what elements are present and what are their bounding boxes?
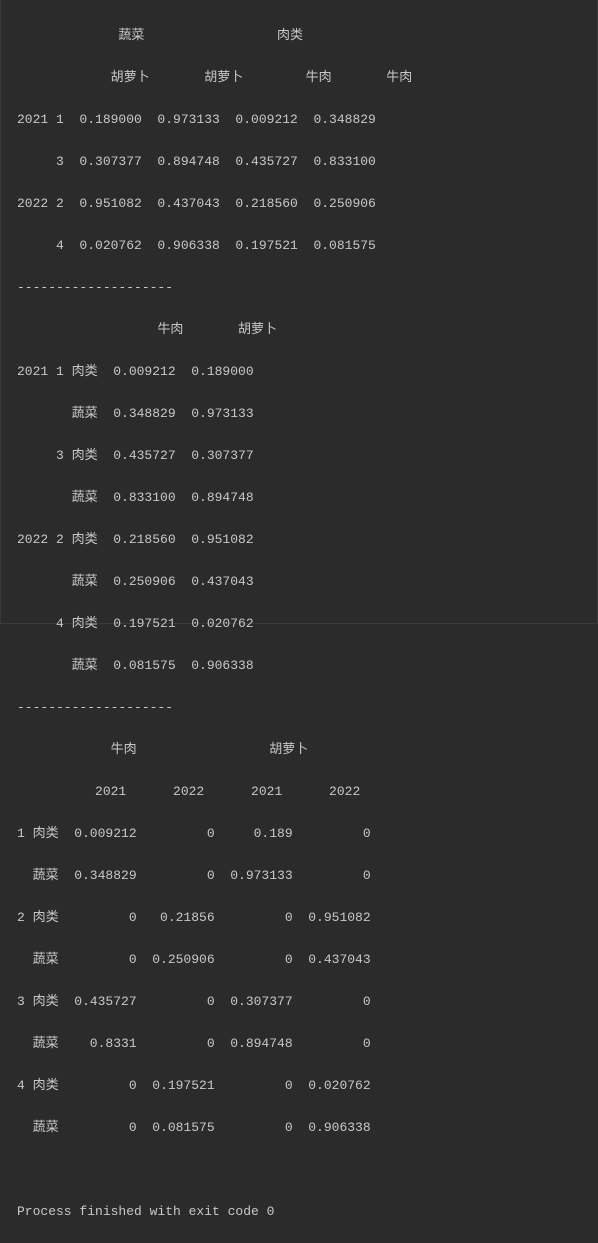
exit-message: Process finished with exit code 0 (1, 1201, 597, 1222)
table-row: 4 0.020762 0.906338 0.197521 0.081575 (1, 235, 597, 256)
block2-header-row: 牛肉 胡萝卜 (1, 319, 597, 340)
table-row: 蔬菜 0 0.081575 0 0.906338 (1, 1117, 597, 1138)
table-row: 4 肉类 0 0.197521 0 0.020762 (1, 1075, 597, 1096)
table-row: 蔬菜 0.081575 0.906338 (1, 655, 597, 676)
separator-line: -------------------- (1, 277, 597, 298)
table-row: 蔬菜 0.348829 0 0.973133 0 (1, 865, 597, 886)
console-output: 蔬菜 肉类 胡萝卜 胡萝卜 牛肉 牛肉 2021 1 0.189000 0.97… (0, 0, 598, 624)
table-row: 1 肉类 0.009212 0 0.189 0 (1, 823, 597, 844)
table-row: 蔬菜 0.250906 0.437043 (1, 571, 597, 592)
table-row: 2022 2 肉类 0.218560 0.951082 (1, 529, 597, 550)
table-row: 蔬菜 0.833100 0.894748 (1, 487, 597, 508)
table-row: 3 肉类 0.435727 0.307377 (1, 445, 597, 466)
table-row: 蔬菜 0.8331 0 0.894748 0 (1, 1033, 597, 1054)
block3-header-row-1: 牛肉 胡萝卜 (1, 739, 597, 760)
table-row: 2021 1 肉类 0.009212 0.189000 (1, 361, 597, 382)
block1-header-row-1: 蔬菜 肉类 (1, 25, 597, 46)
blank-line (1, 1159, 597, 1180)
table-row: 蔬菜 0.348829 0.973133 (1, 403, 597, 424)
table-row: 2022 2 0.951082 0.437043 0.218560 0.2509… (1, 193, 597, 214)
table-row: 蔬菜 0 0.250906 0 0.437043 (1, 949, 597, 970)
block3-header-row-2: 2021 2022 2021 2022 (1, 781, 597, 802)
separator-line: -------------------- (1, 697, 597, 718)
table-row: 2 肉类 0 0.21856 0 0.951082 (1, 907, 597, 928)
table-row: 3 0.307377 0.894748 0.435727 0.833100 (1, 151, 597, 172)
table-row: 3 肉类 0.435727 0 0.307377 0 (1, 991, 597, 1012)
block1-header-row-2: 胡萝卜 胡萝卜 牛肉 牛肉 (1, 67, 597, 88)
table-row: 2021 1 0.189000 0.973133 0.009212 0.3488… (1, 109, 597, 130)
